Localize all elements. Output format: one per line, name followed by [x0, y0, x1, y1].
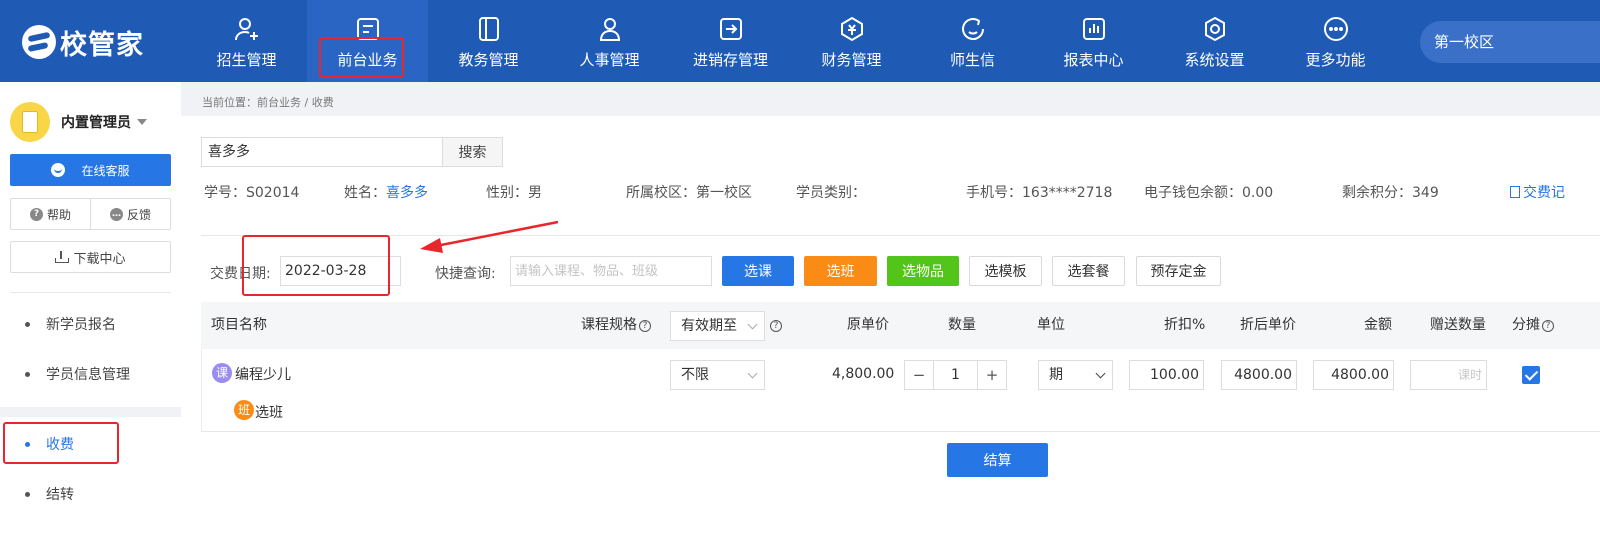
annotation-arrow-icon: [420, 220, 559, 253]
